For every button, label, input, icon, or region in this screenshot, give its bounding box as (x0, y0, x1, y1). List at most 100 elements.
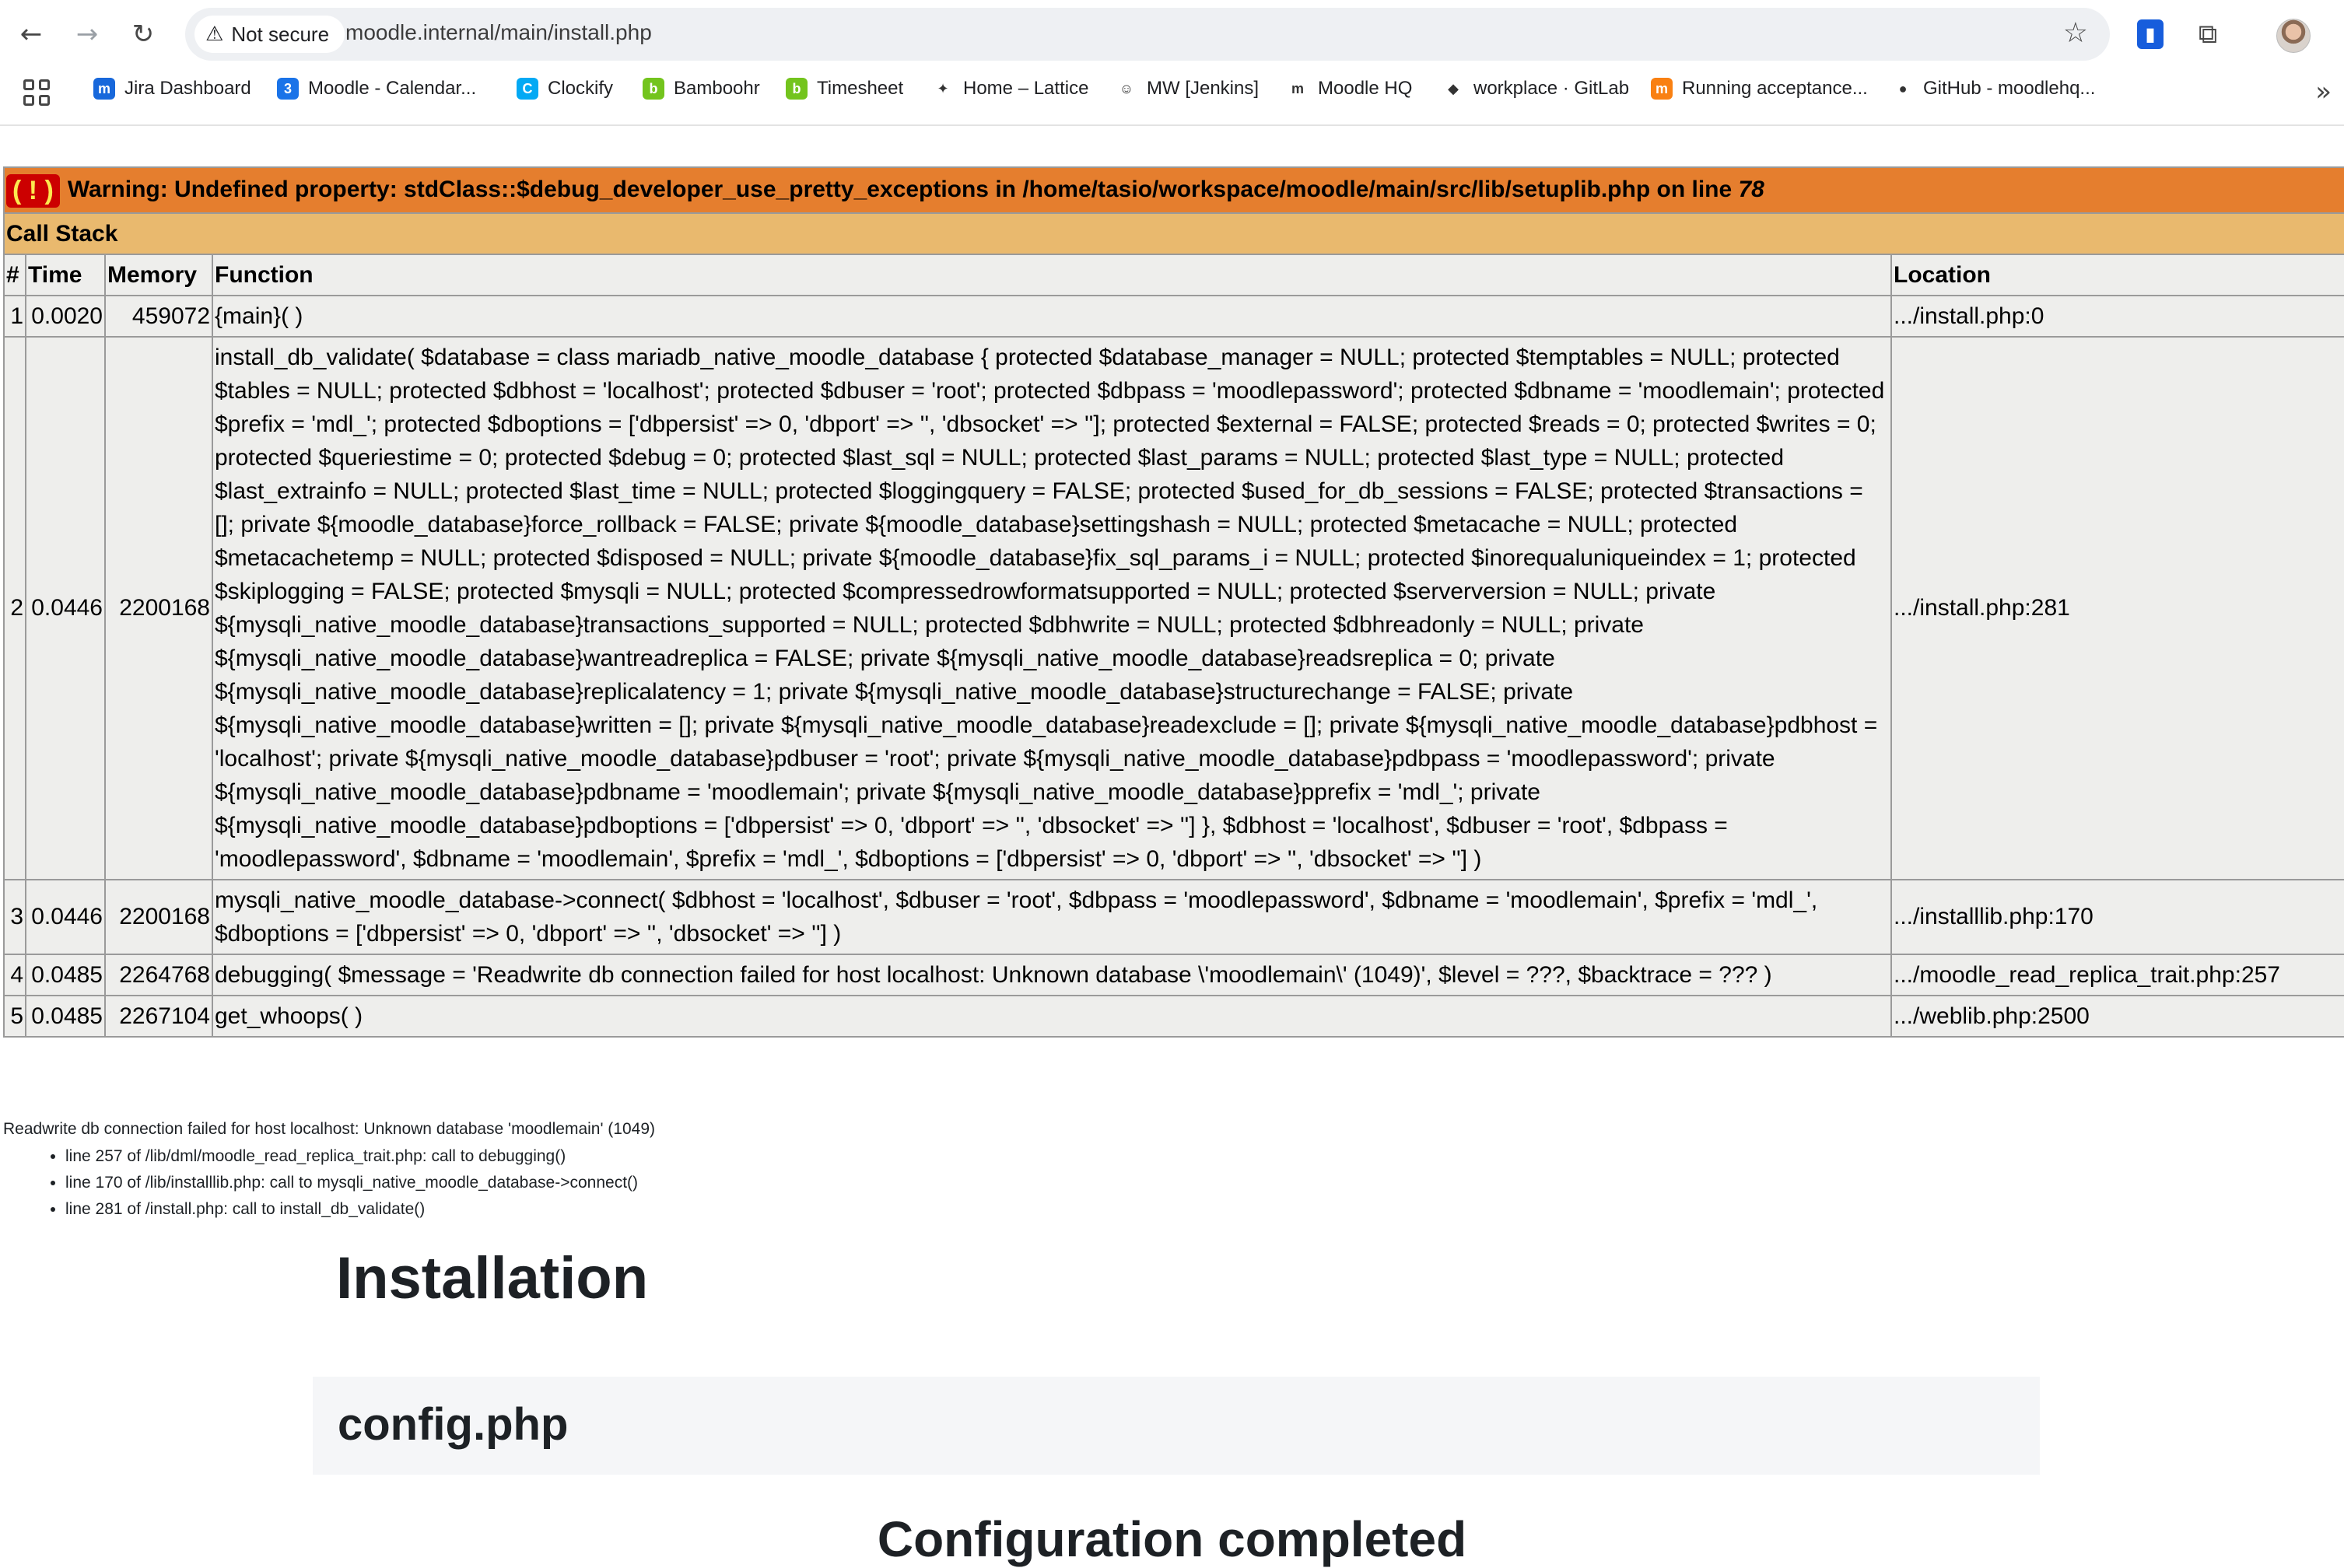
stack-function: install_db_validate( $database = class m… (212, 335, 1892, 880)
call-stack-row: 2 0.0446 2200168 install_db_validate( $data… (3, 335, 2344, 880)
config-section-title: config.php (338, 1399, 569, 1450)
stack-location: .../weblib.php:2500 (1890, 994, 2344, 1038)
bookmark-label: GitHub - moodlehq... (1923, 78, 2096, 99)
reload-icon[interactable]: ↻ (124, 16, 162, 53)
bookmark-item[interactable]: m Running acceptance... (1651, 78, 1868, 100)
puzzle-icon: ⧉ (2198, 19, 2218, 50)
config-section: config.php (313, 1377, 2040, 1475)
bookmark-item[interactable]: b Bamboohr (643, 78, 760, 100)
stack-location: .../moodle_read_replica_trait.php:257 (1890, 953, 2344, 996)
security-label: Not secure (231, 22, 330, 46)
bitwarden-extension[interactable]: ▮ (2135, 19, 2166, 50)
bookmark-item[interactable]: C Clockify (517, 78, 613, 100)
address-bar[interactable]: ⚠ Not secure moodle.internal/main/instal… (185, 8, 2110, 61)
bookmark-label: Clockify (548, 78, 614, 99)
bookmark-label: Bamboohr (674, 78, 760, 99)
bookmark-label: Running acceptance... (1682, 78, 1868, 99)
apps-grid-icon[interactable] (23, 79, 50, 106)
bookmark-favicon-icon: ✦ (932, 78, 954, 100)
page-title: Installation (336, 1245, 649, 1311)
stack-time: 0.0446 (25, 335, 106, 880)
stack-number: 5 (3, 994, 26, 1038)
call-stack-row: 3 0.0446 2200168 mysqli_native_moodle_datab… (3, 878, 2344, 955)
security-chip[interactable]: ⚠ Not secure (194, 16, 345, 53)
warning-text: Warning: Undefined property: stdClass::$… (67, 177, 1739, 202)
bookmark-item[interactable]: m Moodle HQ (1287, 78, 1412, 100)
bookmark-favicon-icon: ☺ (1116, 78, 1137, 100)
bookmark-favicon-icon: b (643, 78, 664, 100)
stack-time: 0.0485 (25, 953, 106, 996)
bookmark-item[interactable]: ◆ workplace · GitLab (1442, 78, 1629, 100)
stack-function: debugging( $message = 'Readwrite db conn… (212, 953, 1892, 996)
bookmark-favicon-icon: m (1651, 78, 1673, 100)
xdebug-error-table: ( ! ) Warning: Undefined property: stdCla… (3, 166, 2344, 1038)
stack-function: mysqli_native_moodle_database->connect( … (212, 878, 1892, 955)
backtrace-item: line 257 of /lib/dml/moodle_read_replica… (65, 1143, 1559, 1170)
stack-memory: 2200168 (104, 878, 213, 955)
bookmark-item[interactable]: b Timesheet (786, 78, 903, 100)
stack-time: 0.0446 (25, 878, 106, 955)
bookmark-favicon-icon: ◆ (1442, 78, 1464, 100)
bookmark-item[interactable]: ☺ MW [Jenkins] (1116, 78, 1259, 100)
stack-number: 3 (3, 878, 26, 955)
profile-avatar[interactable] (2276, 19, 2311, 53)
bookmark-favicon-icon: m (1287, 78, 1309, 100)
stack-location: .../installlib.php:170 (1890, 878, 2344, 955)
bookmark-label: Jira Dashboard (124, 78, 251, 99)
stack-time: 0.0020 (25, 294, 106, 338)
debugging-message: Readwrite db connection failed for host … (3, 1120, 1559, 1223)
col-memory-header: Memory (104, 253, 213, 296)
configuration-status-heading: Configuration completed (877, 1511, 1467, 1567)
call-stack-row: 4 0.0485 2264768 debugging( $message = 'Rea… (3, 953, 2344, 996)
call-stack-row: 1 0.0020 459072 {main}( ) .../install.php:0 (3, 294, 2344, 338)
back-icon[interactable]: ← (12, 16, 50, 53)
bookmark-item[interactable]: m Jira Dashboard (93, 78, 251, 100)
debugging-text: Readwrite db connection failed for host … (3, 1120, 656, 1138)
stack-memory: 2267104 (104, 994, 213, 1038)
bookmark-label: Timesheet (817, 78, 904, 99)
backtrace-item: line 170 of /lib/installlib.php: call to… (65, 1170, 1559, 1196)
bookmarks-bar: m Jira Dashboard 3 Moodle - Calendar... C Clo… (0, 72, 2344, 115)
bookmark-favicon-icon: ● (1892, 78, 1914, 100)
stack-number: 4 (3, 953, 26, 996)
stack-location: .../install.php:281 (1890, 335, 2344, 880)
stack-time: 0.0485 (25, 994, 106, 1038)
stack-memory: 2200168 (104, 335, 213, 880)
stack-number: 2 (3, 335, 26, 880)
bookmark-label: Home – Lattice (963, 78, 1089, 99)
bookmark-item[interactable]: ● GitHub - moodlehq... (1892, 78, 2095, 100)
backtrace-item: line 281 of /install.php: call to instal… (65, 1196, 1559, 1223)
extensions-button[interactable]: ⧉ (2192, 19, 2223, 50)
browser-chrome: ← → ↻ ⚠ Not secure moodle.internal/main/… (0, 0, 2344, 126)
stack-location: .../install.php:0 (1890, 294, 2344, 338)
col-time-header: Time (25, 253, 106, 296)
url-text[interactable]: moodle.internal/main/install.php (345, 20, 652, 45)
bookmark-label: workplace · GitLab (1473, 78, 1630, 99)
col-number-header: # (3, 253, 26, 296)
call-stack-header-row: # Time Memory Function Location (3, 253, 2344, 296)
bookmark-star-icon[interactable]: ☆ (2063, 17, 2088, 49)
stack-function: get_whoops( ) (212, 994, 1892, 1038)
stack-memory: 2264768 (104, 953, 213, 996)
bookmark-item[interactable]: 3 Moodle - Calendar... (277, 78, 476, 100)
stack-number: 1 (3, 294, 26, 338)
forward-icon[interactable]: → (68, 16, 106, 53)
call-stack-label: Call Stack (3, 212, 2344, 255)
bookmark-item[interactable]: ✦ Home – Lattice (932, 78, 1088, 100)
warning-header: ( ! ) Warning: Undefined property: stdCla… (3, 166, 2344, 214)
debugging-backtrace: line 257 of /lib/dml/moodle_read_replica… (3, 1143, 1559, 1223)
col-location-header: Location (1890, 253, 2344, 296)
stack-memory: 459072 (104, 294, 213, 338)
call-stack-row: 5 0.0485 2267104 get_whoops( ) .../weblib.ph… (3, 994, 2344, 1038)
bookmark-favicon-icon: b (786, 78, 808, 100)
bookmark-favicon-icon: 3 (277, 78, 299, 100)
browser-toolbar: ← → ↻ ⚠ Not secure moodle.internal/main/… (0, 0, 2344, 68)
bitwarden-icon: ▮ (2137, 19, 2164, 49)
bookmark-label: Moodle - Calendar... (308, 78, 477, 99)
more-bookmarks-icon[interactable]: » (2315, 76, 2332, 107)
bookmark-label: Moodle HQ (1318, 78, 1413, 99)
warning-line-number: 78 (1738, 177, 1764, 202)
warning-badge-icon: ( ! ) (6, 173, 60, 208)
bookmark-label: MW [Jenkins] (1147, 78, 1260, 99)
bookmark-favicon-icon: C (517, 78, 538, 100)
